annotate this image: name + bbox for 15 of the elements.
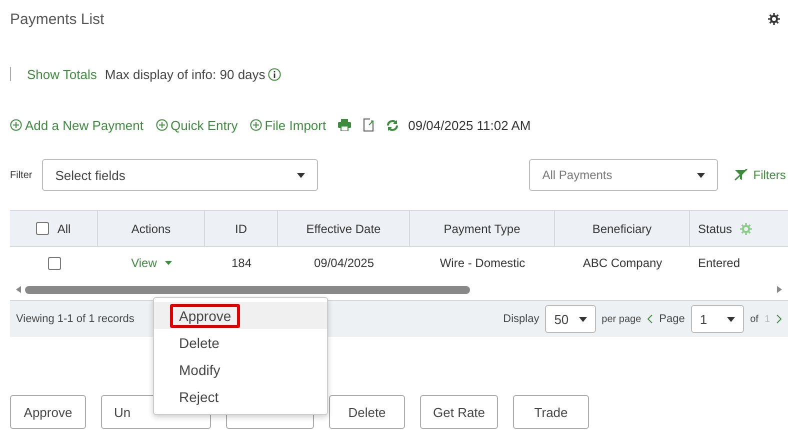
filter-label: Filter <box>10 170 32 180</box>
info-text: Max display of info: 90 days <box>104 66 266 82</box>
page-title: Payments List <box>10 10 104 28</box>
viewing-records-text: Viewing 1-1 of 1 records <box>16 313 134 325</box>
of-label: of <box>750 314 758 324</box>
table-cell: 184 <box>231 256 252 270</box>
table-cell: Wire - Domestic <box>440 256 526 270</box>
per-page-label: per page <box>602 314 642 324</box>
table-cell: ABC Company <box>582 256 662 270</box>
table-cell: Entered <box>698 256 740 270</box>
page-label: Page <box>659 313 685 325</box>
display-label: Display <box>503 313 540 325</box>
table-cell: 09/04/2025 <box>314 256 374 270</box>
column-header: All <box>57 222 71 236</box>
total-pages: 1 <box>764 314 770 324</box>
